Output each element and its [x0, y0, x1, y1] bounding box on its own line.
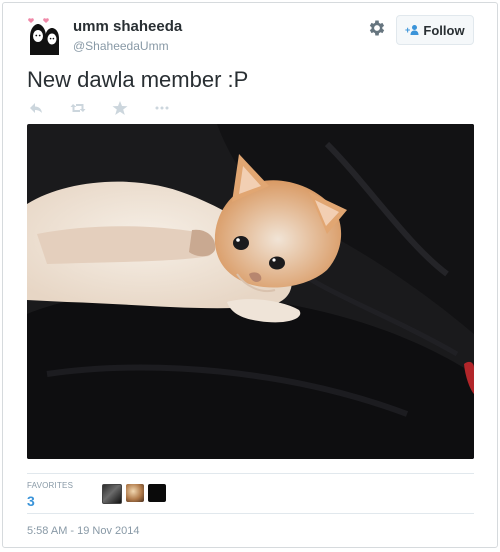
- favorites-label: FAVORITES: [27, 481, 74, 490]
- divider: [27, 513, 474, 514]
- more-icon[interactable]: [153, 99, 171, 117]
- tweet-text: New dawla member :P: [27, 67, 249, 92]
- favoriter-avatar[interactable]: [126, 484, 144, 502]
- user-handle[interactable]: @ShaheedaUmm: [73, 39, 169, 53]
- divider: [27, 473, 474, 474]
- retweet-icon[interactable]: [69, 99, 87, 117]
- add-person-icon: +: [405, 25, 419, 35]
- svg-text:+: +: [405, 25, 410, 35]
- tweet-card: umm shaheeda @ShaheedaUmm + Follow New d…: [2, 2, 498, 548]
- tweet-header: umm shaheeda @ShaheedaUmm + Follow: [3, 3, 497, 63]
- tweet-timestamp[interactable]: 5:58 AM - 19 Nov 2014: [27, 525, 140, 537]
- tweet-actions: [27, 99, 171, 117]
- follow-label: Follow: [423, 22, 465, 38]
- favorites-count[interactable]: 3: [27, 493, 35, 509]
- tweet-photo[interactable]: [27, 124, 474, 459]
- favoriter-avatar[interactable]: [148, 484, 166, 502]
- favoriters-avatars: [102, 484, 166, 504]
- gear-icon[interactable]: [367, 18, 387, 38]
- reply-icon[interactable]: [27, 99, 45, 117]
- favoriter-avatar[interactable]: [102, 484, 122, 504]
- avatar[interactable]: [24, 15, 66, 57]
- favorite-icon[interactable]: [111, 99, 129, 117]
- user-name[interactable]: umm shaheeda: [73, 18, 182, 35]
- follow-button[interactable]: + Follow: [396, 15, 474, 45]
